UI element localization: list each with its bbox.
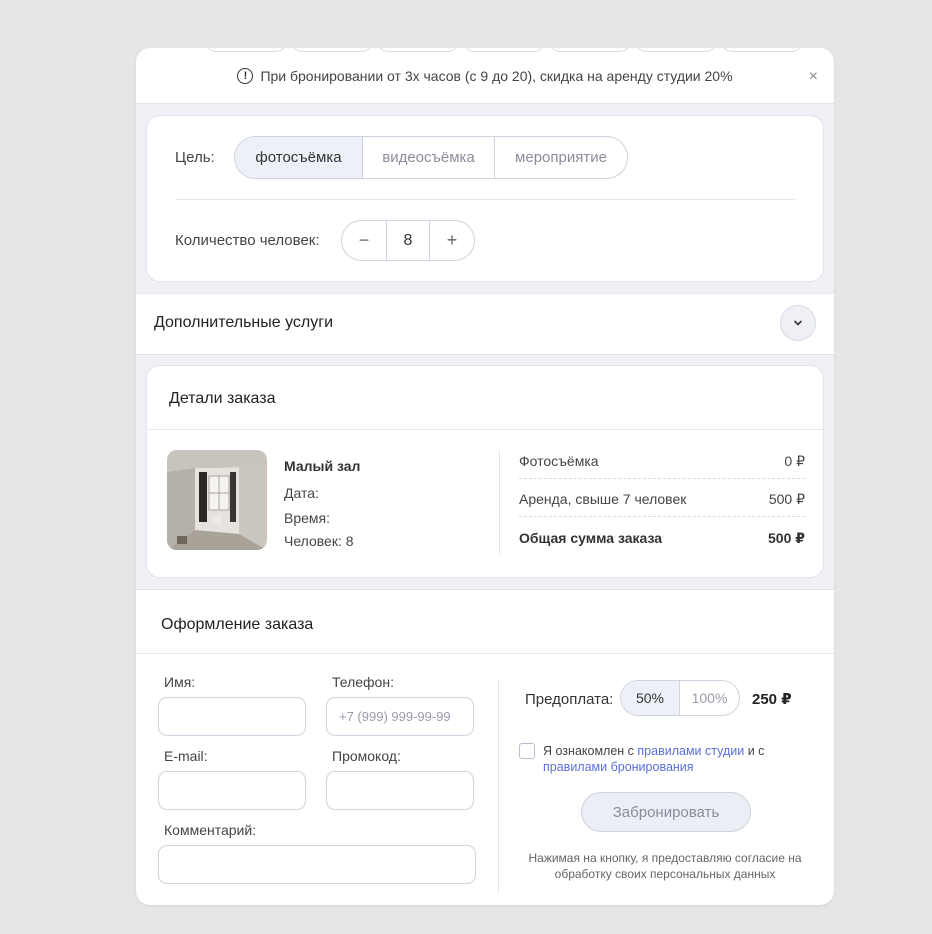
people-line: Человек: 8 [284,533,354,549]
purpose-selector: фотосъёмка видеосъёмка мероприятие [234,136,628,179]
agree-text: Я ознакомлен с правилами студии и с прав… [543,743,803,775]
extras-toggle-button[interactable] [780,305,816,341]
order-details-card: Детали заказа Малый зал Дата: Время: Чел… [146,365,824,578]
extras-title[interactable]: Дополнительные услуги [154,314,333,332]
order-summary: Фотосъёмка 0 ₽ Аренда, свыше 7 человек 5… [519,450,805,560]
checkout-title: Оформление заказа [161,616,314,633]
prepay-option-100[interactable]: 100% [680,681,739,715]
chevron-down-icon [794,320,802,326]
booking-rules-link[interactable]: правилами бронирования [543,760,694,774]
checkout-divider [136,653,834,654]
comment-input[interactable] [158,845,476,884]
book-button[interactable]: Забронировать [581,792,751,832]
phone-label: Телефон: [332,674,394,690]
warning-icon: ! [237,67,254,84]
summary-separator [519,516,805,517]
notice-text: При бронировании от 3х часов (с 9 до 20)… [260,67,733,84]
summary-value: 0 ₽ [784,453,805,469]
prepay-amount: 250 ₽ [752,691,792,708]
email-label: E-mail: [164,748,208,764]
summary-value: 500 ₽ [768,491,805,507]
date-label: Дата: [284,485,319,501]
promo-label: Промокод: [332,748,401,764]
name-label: Имя: [164,674,196,690]
order-details-title: Детали заказа [169,390,276,407]
agree-prefix: Я ознакомлен с [543,744,638,758]
total-value: 500 ₽ [768,530,805,546]
extras-top-border [136,293,834,294]
close-icon[interactable]: × [809,68,818,86]
agree-mid: и с [744,744,765,758]
options-card: Цель: фотосъёмка видеосъёмка мероприятие… [146,115,824,282]
details-vertical-divider [499,450,500,554]
time-label: Время: [284,510,331,526]
people-count: 8 [386,221,430,260]
agree-checkbox[interactable] [519,743,535,759]
hall-photo-image [167,450,267,550]
people-label: Количество человек: [175,232,320,249]
hall-name: Малый зал [284,458,361,474]
email-input[interactable] [158,771,306,810]
purpose-option-video[interactable]: видеосъёмка [362,137,494,178]
prepay-label: Предоплата: [525,691,614,708]
checkout-vertical-divider [498,680,499,894]
name-input[interactable] [158,697,306,736]
summary-row-total: Общая сумма заказа 500 ₽ [519,530,805,547]
summary-separator [519,478,805,479]
prepay-selector: 50% 100% [620,680,740,716]
purpose-option-photo[interactable]: фотосъёмка [235,137,362,178]
studio-rules-link[interactable]: правилами студии [637,744,744,758]
hall-photo [167,450,267,550]
total-label: Общая сумма заказа [519,530,663,546]
people-stepper: − 8 + [341,220,475,261]
options-divider [175,199,795,200]
summary-label: Аренда, свыше 7 человек [519,491,687,507]
purpose-option-event[interactable]: мероприятие [494,137,627,178]
comment-label: Комментарий: [164,822,257,838]
discount-notice: ! При бронировании от 3х часов (с 9 до 2… [136,48,834,104]
consent-text: Нажимая на кнопку, я предоставляю соглас… [528,851,802,881]
details-divider [147,429,823,430]
prepay-option-50[interactable]: 50% [621,681,680,715]
people-increment-button[interactable]: + [430,221,474,260]
summary-label: Фотосъёмка [519,453,599,469]
people-decrement-button[interactable]: − [342,221,386,260]
booking-modal: ! При бронировании от 3х часов (с 9 до 2… [136,48,834,905]
promo-input[interactable] [326,771,474,810]
summary-row-photo: Фотосъёмка 0 ₽ [519,453,805,470]
purpose-label: Цель: [175,149,215,166]
phone-input[interactable] [326,697,474,736]
summary-row-rent: Аренда, свыше 7 человек 500 ₽ [519,491,805,508]
